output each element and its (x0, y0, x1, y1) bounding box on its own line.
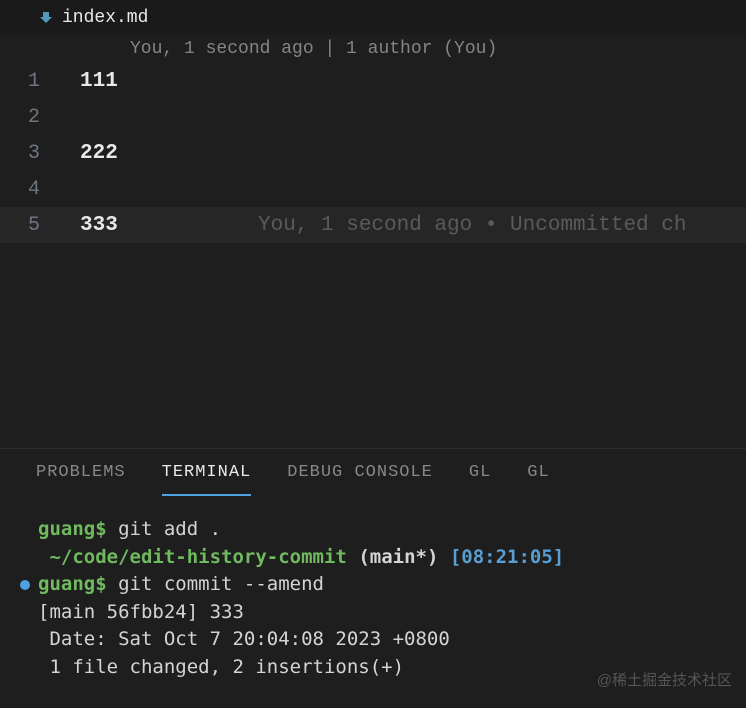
prompt-branch: (main*) (347, 546, 450, 568)
code-line[interactable]: 2 (0, 99, 746, 135)
inline-blame: You, 1 second ago • Uncommitted ch (258, 214, 686, 237)
terminal-output: [main 56fbb24] 333 (38, 599, 244, 627)
panel-tabs: PROBLEMS TERMINAL DEBUG CONSOLE GL GL (0, 449, 746, 496)
tab-debug-console[interactable]: DEBUG CONSOLE (287, 463, 433, 496)
prompt-path: ~/code/edit-history-commit (49, 546, 346, 568)
line-number: 5 (0, 214, 80, 237)
terminal-line: ~/code/edit-history-commit (main*) [08:2… (20, 544, 726, 572)
tab-gl[interactable]: GL (469, 463, 491, 496)
markdown-file-icon (38, 10, 54, 26)
code-lines[interactable]: 1 111 2 3 222 4 5 333 You, 1 second ago … (0, 63, 746, 243)
file-tab[interactable]: index.md (38, 8, 148, 28)
tab-gl[interactable]: GL (527, 463, 549, 496)
terminal-command: git commit --amend (118, 573, 324, 595)
terminal-line: guang$ git add . (20, 516, 726, 544)
prompt-user: guang (38, 573, 95, 595)
code-line[interactable]: 3 222 (0, 135, 746, 171)
editor-area: index.md You, 1 second ago | 1 author (Y… (0, 0, 746, 448)
line-number: 3 (0, 142, 80, 165)
prompt-bullet-icon (20, 580, 30, 590)
tab-bar: index.md (0, 0, 746, 35)
line-content: 222 (80, 142, 118, 165)
code-line[interactable]: 1 111 (0, 63, 746, 99)
terminal-line: Date: Sat Oct 7 20:04:08 2023 +0800 (20, 626, 726, 654)
line-content: 333 (80, 214, 118, 237)
prompt-user: guang (38, 518, 95, 540)
terminal-content[interactable]: guang$ git add . ~/code/edit-history-com… (0, 496, 746, 681)
watermark: @稀土掘金技术社区 (597, 669, 732, 690)
prompt-time: [08:21:05] (450, 546, 564, 568)
line-number: 2 (0, 106, 80, 129)
terminal-line: [main 56fbb24] 333 (20, 599, 726, 627)
file-tab-label: index.md (62, 8, 148, 28)
terminal-output: 1 file changed, 2 insertions(+) (38, 654, 404, 682)
terminal-line: guang$ git commit --amend (20, 571, 726, 599)
tab-problems[interactable]: PROBLEMS (36, 463, 126, 496)
line-number: 4 (0, 178, 80, 201)
code-line[interactable]: 5 333 You, 1 second ago • Uncommitted ch (0, 207, 746, 243)
terminal-command: git add . (118, 518, 221, 540)
line-content: 111 (80, 70, 118, 93)
line-number: 1 (0, 70, 80, 93)
terminal-output: Date: Sat Oct 7 20:04:08 2023 +0800 (38, 626, 450, 654)
code-line[interactable]: 4 (0, 171, 746, 207)
tab-terminal[interactable]: TERMINAL (162, 463, 252, 496)
blame-header: You, 1 second ago | 1 author (You) (0, 35, 746, 63)
